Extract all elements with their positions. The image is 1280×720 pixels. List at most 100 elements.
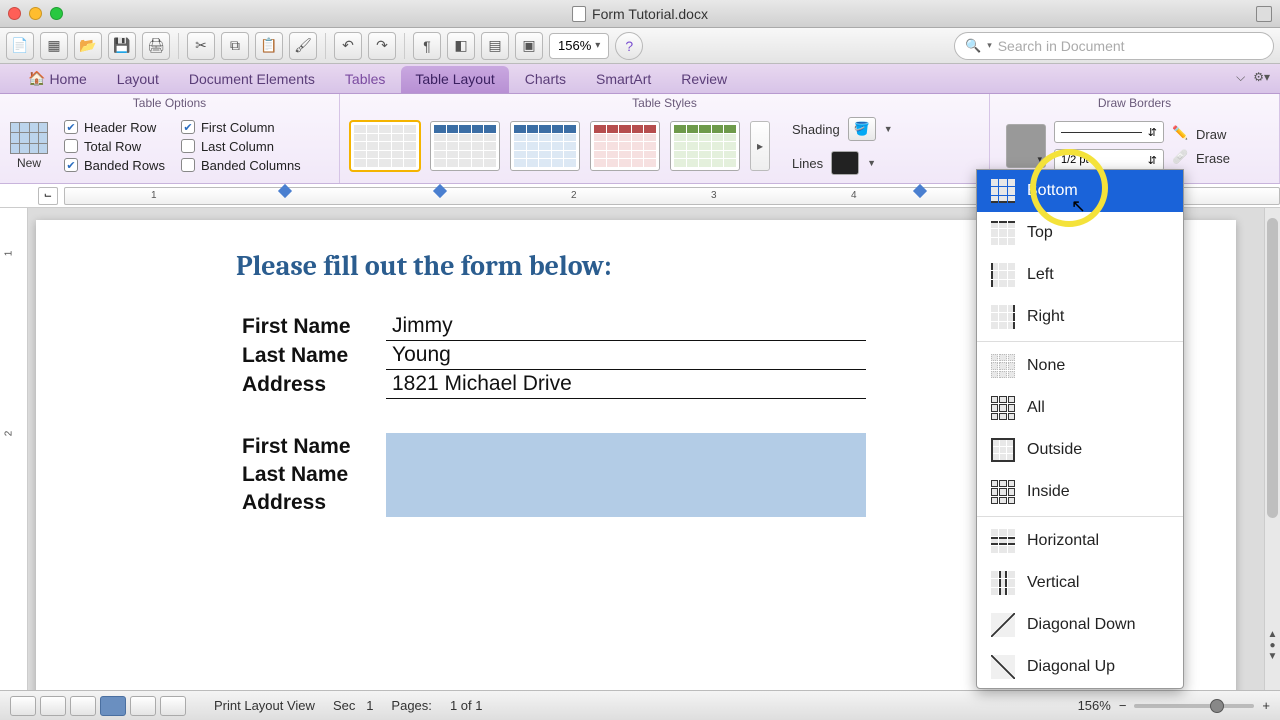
border-options-menu: Bottom Top Left Right None All Outside I…	[976, 169, 1184, 689]
border-option-none[interactable]: None	[977, 345, 1183, 387]
border-option-horizontal[interactable]: Horizontal	[977, 520, 1183, 562]
left-indent-marker[interactable]	[278, 183, 292, 197]
checkbox-first-column[interactable]: ✔First Column	[181, 120, 301, 135]
table-style-blue-header[interactable]	[430, 121, 500, 171]
gallery-next-button[interactable]: ▸	[750, 121, 770, 171]
minimize-window-button[interactable]	[29, 7, 42, 20]
collapse-ribbon-button[interactable]: ⌵	[1236, 70, 1245, 85]
erase-border-button[interactable]: 🩹Erase	[1172, 149, 1230, 167]
window-controls	[8, 7, 63, 20]
scrollbar-thumb[interactable]	[1267, 218, 1278, 518]
tab-charts[interactable]: Charts	[511, 66, 580, 93]
zoom-in-button[interactable]: +	[1262, 698, 1270, 713]
new-document-button[interactable]: 📄	[6, 32, 34, 60]
sidebar-button[interactable]: ◧	[447, 32, 475, 60]
format-painter-button[interactable]: 🖌	[289, 32, 317, 60]
address-cell[interactable]: 1821 Michael Drive	[386, 370, 866, 399]
border-option-diagonal-down[interactable]: Diagonal Down	[977, 604, 1183, 646]
lines-dropdown[interactable]: ▼	[867, 158, 876, 168]
new-table-button[interactable]: New	[10, 122, 48, 170]
border-option-left[interactable]: Left	[977, 254, 1183, 296]
undo-button[interactable]: ↶	[334, 32, 362, 60]
form-table-filled[interactable]: First NameJimmy Last NameYoung Address18…	[236, 312, 866, 399]
border-option-top[interactable]: Top	[977, 212, 1183, 254]
tab-table-layout[interactable]: Table Layout	[401, 66, 508, 93]
close-window-button[interactable]	[8, 7, 21, 20]
view-notebook-button[interactable]	[130, 696, 156, 716]
search-input[interactable]: ▾ Search in Document	[954, 32, 1274, 60]
border-weight-selector[interactable]: 1/2 pt⇵	[1054, 149, 1164, 171]
zoom-value: 156%	[1078, 698, 1111, 713]
zoom-slider[interactable]	[1134, 704, 1254, 708]
address-cell-empty[interactable]	[386, 489, 866, 517]
first-name-cell-empty[interactable]	[386, 433, 866, 461]
right-indent-marker[interactable]	[913, 183, 927, 197]
table-style-plain[interactable]	[350, 121, 420, 171]
tab-document-elements[interactable]: Document Elements	[175, 66, 329, 93]
tab-stop-selector[interactable]: ⌙	[38, 187, 58, 205]
table-style-blue-light[interactable]	[510, 121, 580, 171]
paste-button[interactable]: 📋	[255, 32, 283, 60]
copy-button[interactable]: ⧉	[221, 32, 249, 60]
help-button[interactable]: ?	[615, 32, 643, 60]
table-style-green[interactable]	[670, 121, 740, 171]
border-option-inside[interactable]: Inside	[977, 471, 1183, 513]
border-option-bottom[interactable]: Bottom	[977, 170, 1183, 212]
fullscreen-button[interactable]	[1256, 6, 1272, 22]
checkbox-header-row[interactable]: ✔Header Row	[64, 120, 165, 135]
border-color-picker[interactable]	[1006, 124, 1046, 168]
show-formatting-button[interactable]: ¶	[413, 32, 441, 60]
border-option-outside[interactable]: Outside	[977, 429, 1183, 471]
section-indicator: Sec 1	[333, 698, 373, 713]
tab-review[interactable]: Review	[667, 66, 741, 93]
zoom-selector[interactable]: 156%	[549, 33, 609, 59]
first-line-indent-marker[interactable]	[433, 183, 447, 197]
shading-label: Shading	[792, 122, 840, 137]
ribbon-settings-button[interactable]: ⚙▾	[1253, 70, 1270, 85]
zoom-window-button[interactable]	[50, 7, 63, 20]
table-row: Address	[236, 489, 866, 517]
media-browser-button[interactable]: ▣	[515, 32, 543, 60]
vertical-scrollbar[interactable]: ▲●▼	[1264, 208, 1280, 690]
tab-tables[interactable]: Tables	[331, 66, 399, 93]
view-publishing-button[interactable]	[70, 696, 96, 716]
redo-button[interactable]: ↷	[368, 32, 396, 60]
shading-dropdown[interactable]: ▼	[884, 124, 893, 134]
shading-color-picker[interactable]: 🪣	[848, 117, 876, 141]
view-focus-button[interactable]	[160, 696, 186, 716]
last-name-cell[interactable]: Young	[386, 341, 866, 370]
save-button[interactable]: 💾	[108, 32, 136, 60]
ribbon-tabs: 🏠 Home Layout Document Elements Tables T…	[0, 64, 1280, 94]
tab-smartart[interactable]: SmartArt	[582, 66, 665, 93]
view-outline-button[interactable]	[40, 696, 66, 716]
border-option-diagonal-up[interactable]: Diagonal Up	[977, 646, 1183, 688]
border-option-all[interactable]: All	[977, 387, 1183, 429]
toolbox-button[interactable]: ▤	[481, 32, 509, 60]
tab-home[interactable]: 🏠 Home	[14, 65, 101, 93]
tab-layout[interactable]: Layout	[103, 66, 173, 93]
border-style-selector[interactable]: ⇵	[1054, 121, 1164, 143]
open-button[interactable]: 📂	[74, 32, 102, 60]
lines-color-picker[interactable]	[831, 151, 859, 175]
checkbox-last-column[interactable]: Last Column	[181, 139, 301, 154]
border-option-right[interactable]: Right	[977, 296, 1183, 338]
checkbox-banded-rows[interactable]: ✔Banded Rows	[64, 158, 165, 173]
last-name-cell-empty[interactable]	[386, 461, 866, 489]
print-button[interactable]: 🖨	[142, 32, 170, 60]
view-print-layout-button[interactable]	[100, 696, 126, 716]
cut-button[interactable]: ✂	[187, 32, 215, 60]
table-style-red[interactable]	[590, 121, 660, 171]
border-option-vertical[interactable]: Vertical	[977, 562, 1183, 604]
templates-button[interactable]: ▦	[40, 32, 68, 60]
view-draft-button[interactable]	[10, 696, 36, 716]
checkbox-banded-columns[interactable]: Banded Columns	[181, 158, 301, 173]
zoom-out-button[interactable]: −	[1119, 698, 1127, 713]
status-bar: Print Layout View Sec 1 Pages: 1 of 1 15…	[0, 690, 1280, 720]
quick-access-toolbar: 📄 ▦ 📂 💾 🖨 ✂ ⧉ 📋 🖌 ↶ ↷ ¶ ◧ ▤ ▣ 156% ? ▾ S…	[0, 28, 1280, 64]
search-placeholder: Search in Document	[998, 38, 1125, 54]
vertical-ruler[interactable]: 1 2	[0, 208, 28, 690]
draw-border-button[interactable]: ✏️Draw	[1172, 125, 1230, 143]
form-table-selected[interactable]: First Name Last Name Address	[236, 433, 866, 517]
first-name-cell[interactable]: Jimmy	[386, 312, 866, 341]
checkbox-total-row[interactable]: Total Row	[64, 139, 165, 154]
